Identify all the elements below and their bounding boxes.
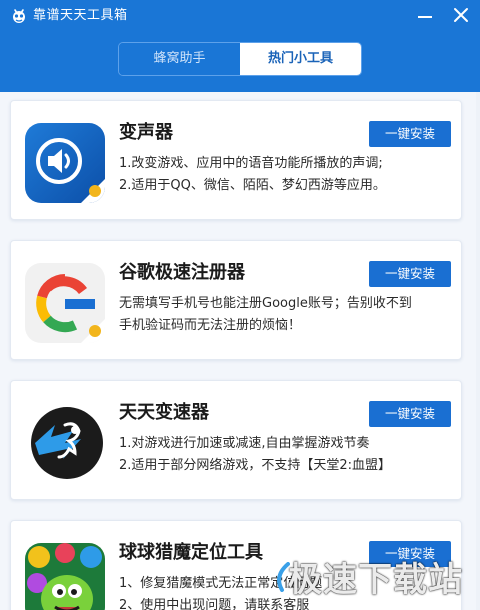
watermark-text: 极速下载站 <box>288 560 463 600</box>
close-button[interactable] <box>448 4 474 28</box>
voice-changer-icon <box>25 123 105 203</box>
description-line: 无需填写手机号也能注册Google账号；告别收不到 <box>119 296 412 311</box>
tool-list[interactable]: 变声器 一键安装 1.改变游戏、应用中的语音功能所播放的声调; 2.适用于QQ、… <box>0 92 480 610</box>
description-line: 1.对游戏进行加速或减速,自由掌握游戏节奏 <box>119 436 370 451</box>
tab-bar: 蜂窝助手 热门小工具 <box>118 42 362 76</box>
description-line: 手机验证码而无法注册的烦恼！ <box>119 318 302 333</box>
tool-name: 变声器 <box>119 122 173 143</box>
description-line: 2.适用于QQ、微信、陌陌、梦幻西游等应用。 <box>119 178 386 193</box>
minimize-button[interactable] <box>412 4 438 28</box>
tool-card-voice-changer: 变声器 一键安装 1.改变游戏、应用中的语音功能所播放的声调; 2.适用于QQ、… <box>10 100 462 220</box>
tool-name: 谷歌极速注册器 <box>119 262 245 283</box>
tool-name: 球球猎魔定位工具 <box>119 542 263 563</box>
app-title: 靠谱天天工具箱 <box>33 8 128 23</box>
tool-description: 1.改变游戏、应用中的语音功能所播放的声调; 2.适用于QQ、微信、陌陌、梦幻西… <box>119 153 463 197</box>
tool-description: 无需填写手机号也能注册Google账号；告别收不到 手机验证码而无法注册的烦恼！ <box>119 293 463 337</box>
install-button[interactable]: 一键安装 <box>369 401 451 427</box>
google-register-icon <box>25 263 105 343</box>
tab-hive-assistant[interactable]: 蜂窝助手 <box>119 43 240 75</box>
header: 靠谱天天工具箱 蜂窝助手 热门小工具 <box>0 0 480 92</box>
tool-name: 天天变速器 <box>119 402 209 423</box>
title-bar[interactable]: 靠谱天天工具箱 <box>0 0 480 34</box>
bee-logo-icon <box>13 9 25 23</box>
scrollbar[interactable] <box>476 92 480 610</box>
install-button[interactable]: 一键安装 <box>369 261 451 287</box>
monster-locator-icon <box>25 543 105 610</box>
description-line: 2.适用于部分网络游戏，不支持【天堂2:血盟】 <box>119 458 392 473</box>
install-button[interactable]: 一键安装 <box>369 121 451 147</box>
speed-changer-icon <box>25 403 105 483</box>
minimize-icon <box>418 16 432 18</box>
tool-description: 1.对游戏进行加速或减速,自由掌握游戏节奏 2.适用于部分网络游戏，不支持【天堂… <box>119 433 463 477</box>
tool-card-speed-changer: 天天变速器 一键安装 1.对游戏进行加速或减速,自由掌握游戏节奏 2.适用于部分… <box>10 380 462 500</box>
site-watermark: 极速下载站 <box>272 548 472 604</box>
close-icon <box>454 8 468 22</box>
description-line: 1.改变游戏、应用中的语音功能所播放的声调; <box>119 156 383 171</box>
tool-card-google-register: 谷歌极速注册器 一键安装 无需填写手机号也能注册Google账号；告别收不到 手… <box>10 240 462 360</box>
tab-popular-tools[interactable]: 热门小工具 <box>240 43 361 75</box>
